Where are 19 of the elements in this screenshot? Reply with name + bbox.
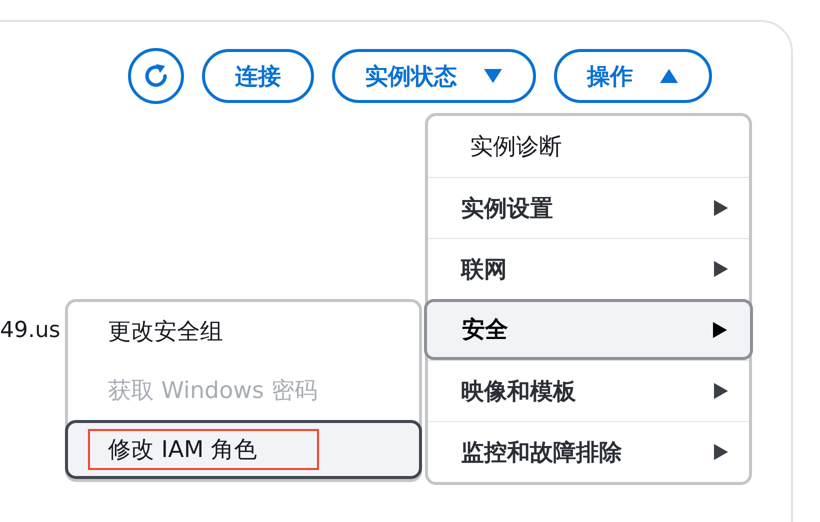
submenu-arrow-icon: [713, 199, 729, 217]
submenu-arrow-icon: [712, 320, 728, 338]
menu-item[interactable]: 安全: [424, 299, 753, 360]
submenu-arrow-icon: [713, 260, 729, 278]
annotation-highlight: 修改 IAM 角色: [88, 429, 319, 470]
menu-item[interactable]: 实例设置: [428, 177, 749, 238]
submenu-item[interactable]: 更改安全组: [68, 302, 419, 361]
caret-icon: [483, 68, 503, 84]
dropdown-button[interactable]: 操作: [554, 49, 712, 103]
menu-item[interactable]: 实例诊断: [428, 116, 749, 177]
hostname-text: 49.us: [0, 318, 60, 343]
menu-item[interactable]: 映像和模板: [428, 360, 749, 421]
submenu-arrow-icon: [713, 443, 729, 461]
submenu-arrow-icon: [713, 382, 729, 400]
caret-icon: [659, 68, 679, 84]
menu-item[interactable]: 监控和故障排除: [428, 421, 749, 482]
dropdown-button[interactable]: 实例状态: [332, 49, 536, 103]
submenu-item[interactable]: 修改 IAM 角色: [65, 420, 422, 479]
connect-button[interactable]: 连接: [202, 49, 314, 103]
